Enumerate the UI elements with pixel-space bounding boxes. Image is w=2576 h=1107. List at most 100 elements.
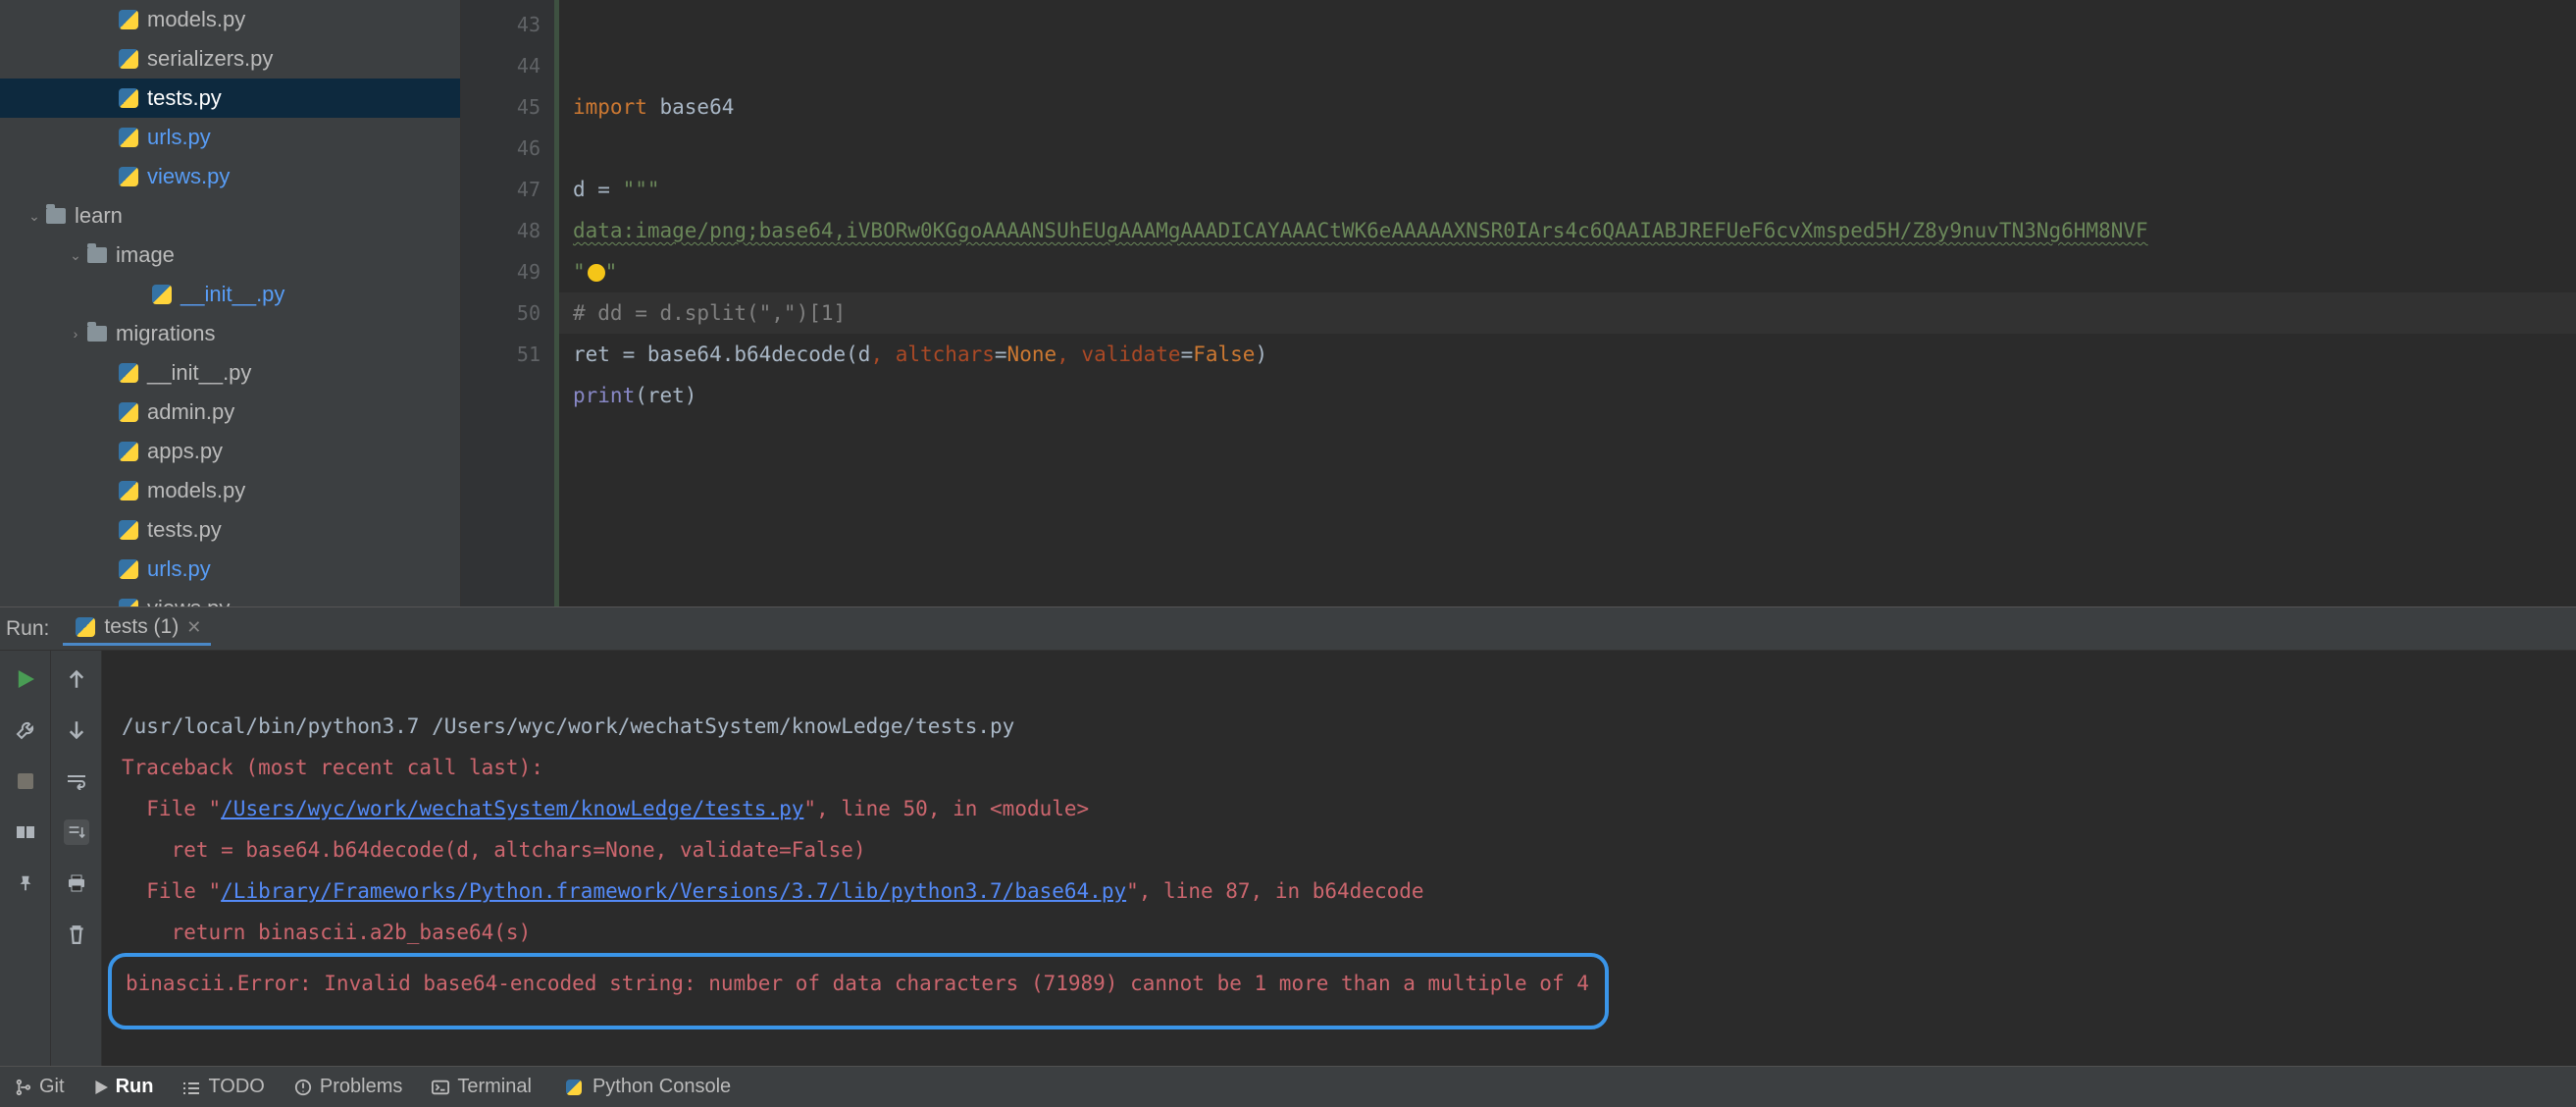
python-file-icon xyxy=(151,284,173,305)
gutter-line-number: 50 xyxy=(461,292,541,334)
tree-item-serializers-py[interactable]: serializers.py xyxy=(0,39,460,79)
traceback-file-link[interactable]: /Users/wyc/work/wechatSystem/knowLedge/t… xyxy=(221,797,803,820)
python-icon xyxy=(563,1077,585,1098)
tree-item-__init__-py[interactable]: __init__.py xyxy=(0,353,460,393)
status-run[interactable]: Run xyxy=(94,1076,154,1098)
status-git[interactable]: Git xyxy=(14,1076,65,1098)
print-icon[interactable] xyxy=(64,870,89,896)
folder-icon xyxy=(45,205,67,227)
tree-item-label: apps.py xyxy=(147,439,223,464)
python-file-icon xyxy=(118,87,139,109)
chevron-right-icon[interactable]: › xyxy=(67,326,84,342)
tree-item-label: learn xyxy=(75,203,123,229)
python-file-icon xyxy=(118,480,139,501)
run-toolbar-right xyxy=(51,651,102,1066)
status-todo[interactable]: TODO xyxy=(182,1076,264,1098)
intention-bulb-icon[interactable] xyxy=(588,264,605,282)
tree-item-label: views.py xyxy=(147,164,230,189)
gutter-line-number: 48 xyxy=(461,210,541,251)
tree-item-migrations[interactable]: › migrations xyxy=(0,314,460,353)
gutter-line-number: 44 xyxy=(461,45,541,86)
tree-item-tests-py[interactable]: tests.py xyxy=(0,79,460,118)
tree-item-label: urls.py xyxy=(147,125,211,150)
tree-item-admin-py[interactable]: admin.py xyxy=(0,393,460,432)
tree-item-tests-py[interactable]: tests.py xyxy=(0,510,460,550)
pin-icon[interactable] xyxy=(13,870,38,896)
editor-gutter: 434445464748495051 xyxy=(461,0,559,606)
tree-item-label: serializers.py xyxy=(147,46,273,72)
tree-item-urls-py[interactable]: urls.py xyxy=(0,118,460,157)
status-python-console[interactable]: Python Console xyxy=(561,1076,731,1098)
down-arrow-icon[interactable] xyxy=(64,717,89,743)
gutter-line-number: 43 xyxy=(461,4,541,45)
traceback-file-link[interactable]: /Library/Frameworks/Python.framework/Ver… xyxy=(221,879,1126,903)
gutter-line-number: 51 xyxy=(461,334,541,375)
run-tab[interactable]: tests (1) ✕ xyxy=(63,611,211,646)
gutter-line-number: 46 xyxy=(461,128,541,169)
tree-item-label: tests.py xyxy=(147,517,222,543)
keyword-import: import xyxy=(573,95,647,119)
stop-icon[interactable] xyxy=(13,768,38,794)
python-file-icon xyxy=(75,616,96,638)
editor-code[interactable]: import base64 d = """ data:image/png;bas… xyxy=(559,0,2576,606)
python-file-icon xyxy=(118,401,139,423)
tree-item-models-py[interactable]: models.py xyxy=(0,471,460,510)
gutter-line-number: 45 xyxy=(461,86,541,128)
tree-item-label: image xyxy=(116,242,175,268)
tree-item-label: models.py xyxy=(147,478,245,503)
chevron-down-icon[interactable]: ⌄ xyxy=(26,208,43,225)
tree-item-views-py[interactable]: views.py xyxy=(0,589,460,606)
python-file-icon xyxy=(118,441,139,462)
tree-item-views-py[interactable]: views.py xyxy=(0,157,460,196)
python-file-icon xyxy=(118,519,139,541)
wrench-icon[interactable] xyxy=(13,717,38,743)
string-base64-data: data:image/png;base64,iVBORw0KGgoAAAANSU… xyxy=(573,219,2148,242)
trash-icon[interactable] xyxy=(64,922,89,947)
status-terminal[interactable]: Terminal xyxy=(432,1076,532,1098)
soft-wrap-icon[interactable] xyxy=(64,768,89,794)
run-label: Run: xyxy=(6,617,49,641)
python-file-icon xyxy=(118,127,139,148)
tree-item-label: __init__.py xyxy=(180,282,284,307)
status-problems[interactable]: Problems xyxy=(294,1076,402,1098)
python-file-icon xyxy=(118,166,139,187)
project-tree[interactable]: models.py serializers.py tests.py urls.py vi… xyxy=(0,0,461,606)
python-file-icon xyxy=(118,362,139,384)
python-file-icon xyxy=(118,598,139,606)
layout-icon[interactable] xyxy=(13,819,38,845)
tree-item-label: __init__.py xyxy=(147,360,251,386)
tree-item-label: migrations xyxy=(116,321,215,346)
output-command: /usr/local/bin/python3.7 /Users/wyc/work… xyxy=(122,714,1014,738)
tree-item-label: admin.py xyxy=(147,399,234,425)
tree-item-urls-py[interactable]: urls.py xyxy=(0,550,460,589)
editor-caret-line: # dd = d.split(",")[1] xyxy=(559,292,2576,334)
scroll-to-end-icon[interactable] xyxy=(64,819,89,845)
close-icon[interactable]: ✕ xyxy=(186,617,201,638)
code-editor[interactable]: 434445464748495051 import base64 d = """… xyxy=(461,0,2576,606)
tree-item-label: models.py xyxy=(147,7,245,32)
traceback-header: Traceback (most recent call last): xyxy=(122,756,543,779)
tree-item-__init__-py[interactable]: __init__.py xyxy=(0,275,460,314)
tree-item-learn[interactable]: ⌄ learn xyxy=(0,196,460,236)
up-arrow-icon[interactable] xyxy=(64,666,89,692)
tree-item-models-py[interactable]: models.py xyxy=(0,0,460,39)
run-output[interactable]: /usr/local/bin/python3.7 /Users/wyc/work… xyxy=(102,651,2576,1066)
run-tool-window[interactable]: Run: tests (1) ✕ xyxy=(0,606,2576,1066)
tree-item-apps-py[interactable]: apps.py xyxy=(0,432,460,471)
tree-item-image[interactable]: ⌄ image xyxy=(0,236,460,275)
tree-item-label: tests.py xyxy=(147,85,222,111)
error-highlight-box: binascii.Error: Invalid base64-encoded s… xyxy=(108,953,1609,1029)
run-toolbar-left xyxy=(0,651,51,1066)
error-message: binascii.Error: Invalid base64-encoded s… xyxy=(126,972,1589,995)
rerun-icon[interactable] xyxy=(13,666,38,692)
run-header: Run: tests (1) ✕ xyxy=(0,607,2576,651)
run-tab-label: tests (1) xyxy=(104,615,179,639)
status-bar: Git Run TODO Problems Terminal Python Co… xyxy=(0,1066,2576,1107)
chevron-down-icon[interactable]: ⌄ xyxy=(67,247,84,264)
folder-icon xyxy=(86,244,108,266)
tree-item-label: urls.py xyxy=(147,556,211,582)
folder-icon xyxy=(86,323,108,344)
python-file-icon xyxy=(118,558,139,580)
tree-item-label: views.py xyxy=(147,596,230,606)
gutter-line-number: 47 xyxy=(461,169,541,210)
